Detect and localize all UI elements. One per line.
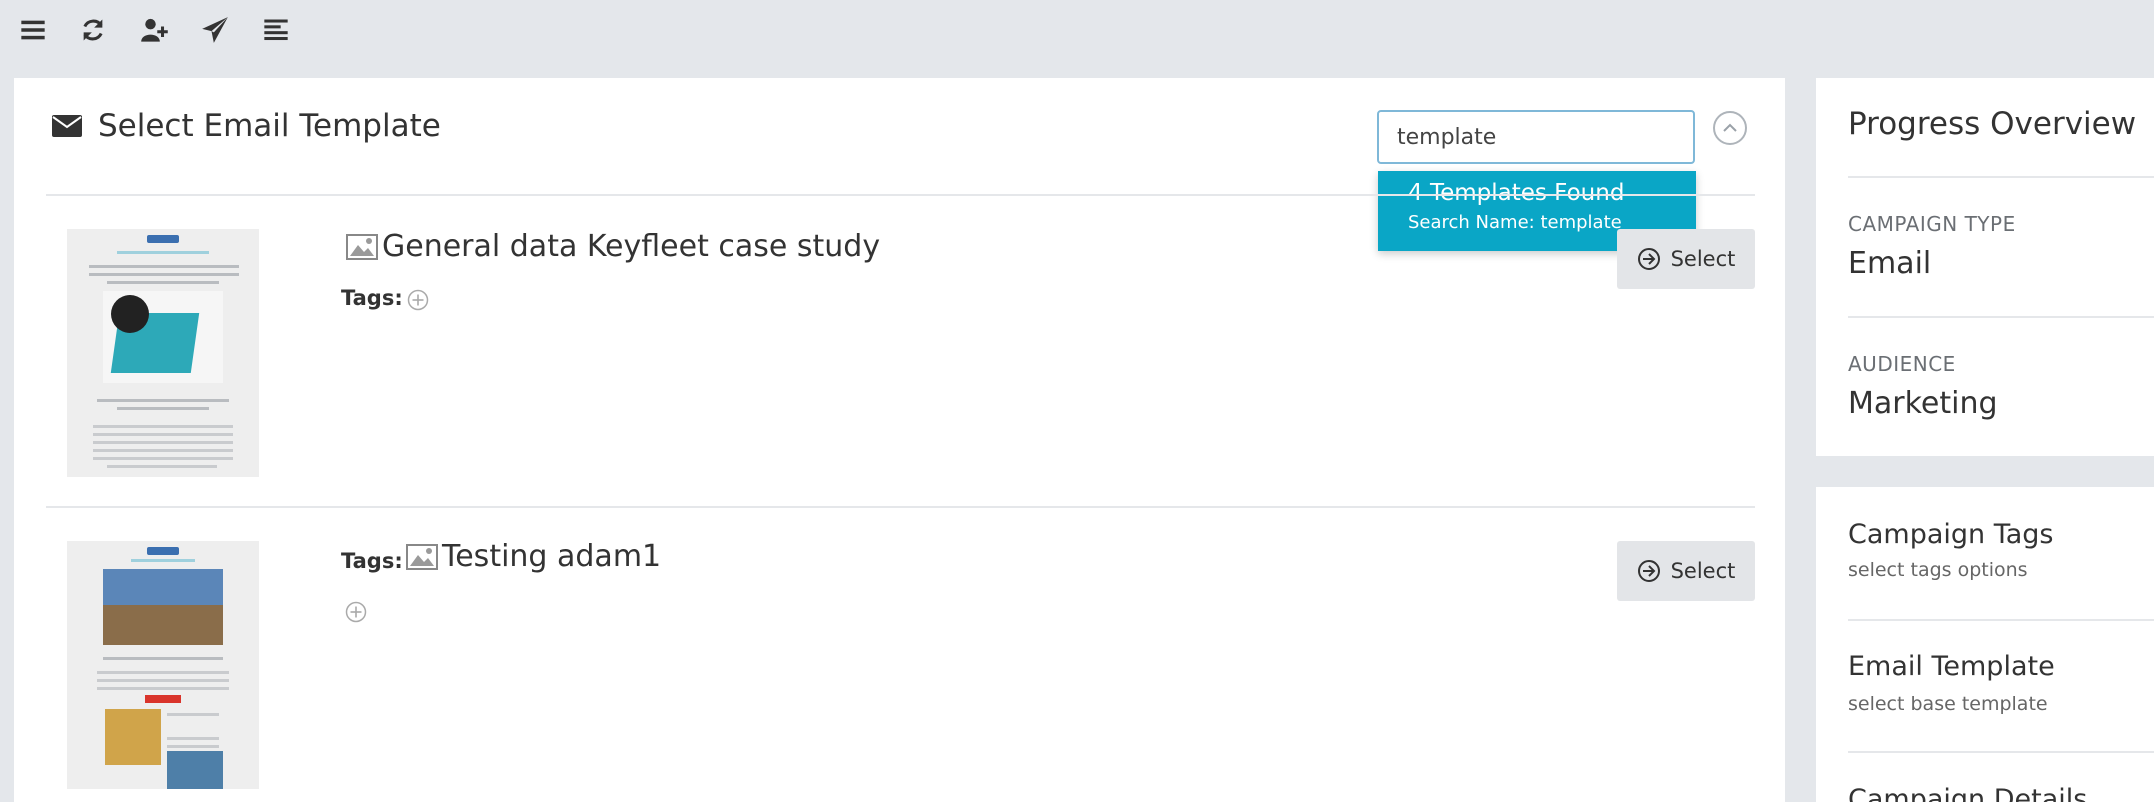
template-title[interactable]: General data Keyfleet case study <box>346 229 880 264</box>
arrow-circle-right-icon <box>1637 560 1660 582</box>
tags-label: Tags: <box>341 286 403 310</box>
campaign-type-label: CAMPAIGN TYPE <box>1848 212 2016 236</box>
list-icon[interactable] <box>254 12 298 48</box>
audience-label: AUDIENCE <box>1848 352 1956 376</box>
audience-value: Marketing <box>1848 386 1998 421</box>
step-email-template[interactable]: Email Template <box>1848 651 2055 682</box>
select-template-button[interactable]: Select <box>1617 541 1755 601</box>
step-campaign-details[interactable]: Campaign Details <box>1848 784 2087 802</box>
arrow-circle-right-icon <box>1637 248 1660 270</box>
add-tag-icon[interactable] <box>407 289 429 311</box>
collapse-button[interactable] <box>1713 111 1747 145</box>
tags-label: Tags: <box>341 549 403 573</box>
panel-title: Select Email Template <box>98 108 441 144</box>
template-thumbnail[interactable] <box>67 229 259 477</box>
divider <box>1848 751 2154 753</box>
panel-header: Select Email Template <box>52 106 441 146</box>
send-icon[interactable] <box>193 12 237 48</box>
image-icon <box>406 543 438 570</box>
top-toolbar <box>0 0 2154 78</box>
image-icon <box>346 233 378 260</box>
divider <box>46 506 1755 508</box>
step-campaign-tags[interactable]: Campaign Tags <box>1848 519 2054 550</box>
template-name: General data Keyfleet case study <box>382 229 881 264</box>
divider <box>1848 176 2154 178</box>
divider <box>46 194 1755 196</box>
refresh-icon[interactable] <box>71 12 115 48</box>
envelope-icon <box>52 115 82 137</box>
template-search-input[interactable] <box>1377 110 1695 164</box>
divider <box>1848 316 2154 318</box>
campaign-steps-panel: Campaign Tags select tags options Email … <box>1816 487 2154 802</box>
chevron-up-icon <box>1723 123 1737 132</box>
template-panel: Select Email Template 4 Templates Found … <box>14 78 1785 802</box>
select-label: Select <box>1670 247 1736 271</box>
template-thumbnail[interactable] <box>67 541 259 789</box>
results-count: 4 Templates Found <box>1408 180 1625 206</box>
select-label: Select <box>1670 559 1736 583</box>
progress-title: Progress Overview <box>1848 106 2137 142</box>
campaign-type-value: Email <box>1848 246 1932 281</box>
divider <box>1848 619 2154 621</box>
menu-icon[interactable] <box>11 12 55 48</box>
add-tag-icon[interactable] <box>345 601 367 623</box>
template-name: Testing adam1 <box>442 539 662 574</box>
step-subtitle: select base template <box>1848 693 2048 715</box>
template-title[interactable]: Testing adam1 <box>406 539 661 574</box>
progress-overview-panel: Progress Overview CAMPAIGN TYPE Email AU… <box>1816 78 2154 456</box>
add-user-icon[interactable] <box>132 12 176 48</box>
step-subtitle: select tags options <box>1848 559 2028 581</box>
select-template-button[interactable]: Select <box>1617 229 1755 289</box>
